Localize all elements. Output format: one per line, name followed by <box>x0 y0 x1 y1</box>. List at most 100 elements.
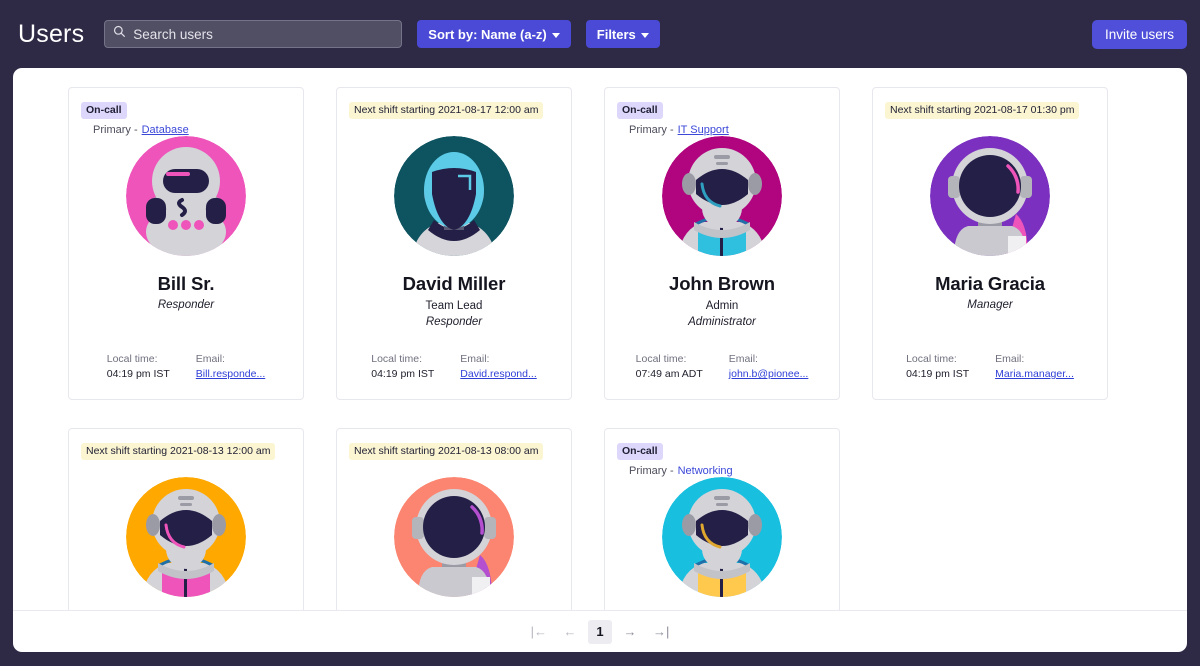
user-subtitle: Team Lead <box>425 300 483 312</box>
email-label: Email: <box>995 353 1025 365</box>
card-badge-row: On-call Primary - IT Support <box>605 88 839 136</box>
status-badge-oncall: On-call <box>81 102 127 119</box>
email-link[interactable]: john.b@pionee... <box>729 368 809 380</box>
avatar <box>605 136 839 256</box>
user-card[interactable]: On-call Primary - IT Support John Brown Admi… <box>604 87 840 400</box>
pagination-page-1[interactable]: 1 <box>588 619 612 644</box>
local-time-value: 04:19 pm IST <box>106 368 170 380</box>
card-badge-row: On-call Primary - Networking <box>605 429 839 477</box>
pagination-last[interactable]: →| <box>648 620 674 644</box>
local-time-label: Local time: <box>635 353 687 365</box>
local-time-block: Local time: 04:19 pm IST <box>107 353 170 381</box>
user-role: Manager <box>967 299 1013 311</box>
sort-button-label: Sort by: Name (a-z) <box>428 26 547 42</box>
user-name: Maria Gracia <box>935 273 1045 294</box>
pagination-next[interactable]: → <box>618 620 642 644</box>
sort-button[interactable]: Sort by: Name (a-z) <box>417 20 571 48</box>
invite-users-button[interactable]: Invite users <box>1091 20 1187 49</box>
card-badge-row: Next shift starting 2021-08-13 08:00 am <box>337 429 571 475</box>
primary-assignment: Primary - Database <box>93 124 303 136</box>
card-badge-row: On-call Primary - Database <box>69 88 303 136</box>
card-badge-row: Next shift starting 2021-08-17 01:30 pm <box>873 88 1107 134</box>
user-role: Responder <box>425 316 483 328</box>
email-value: David.respond... <box>460 368 536 381</box>
avatar <box>337 136 571 256</box>
local-time-value: 04:19 pm IST <box>906 368 970 380</box>
avatar <box>69 477 303 597</box>
email-label: Email: <box>195 353 225 365</box>
status-badge-next-shift: Next shift starting 2021-08-13 12:00 am <box>81 443 276 460</box>
filters-button[interactable]: Filters <box>585 20 660 48</box>
local-time-label: Local time: <box>906 353 957 365</box>
status-badge-oncall: On-call <box>617 102 663 119</box>
primary-label: Primary - <box>93 124 138 136</box>
email-block: Email: john.b@pionee... <box>729 353 809 381</box>
email-block: Email: Maria.manager... <box>995 353 1074 381</box>
user-subtitle: Admin <box>705 300 739 312</box>
chevron-down-icon <box>551 32 560 38</box>
avatar <box>337 477 571 597</box>
user-role: Administrator <box>688 316 756 328</box>
email-block: Email: David.respond... <box>460 353 536 381</box>
status-badge-next-shift: Next shift starting 2021-08-17 01:30 pm <box>885 102 1080 119</box>
email-label: Email: <box>728 353 758 365</box>
primary-team-link[interactable]: Database <box>142 124 189 136</box>
card-meta-row: Local time: 07:49 am ADT Email: john.b@pion… <box>605 353 839 381</box>
status-badge-next-shift: Next shift starting 2021-08-13 08:00 am <box>349 443 544 460</box>
search-input[interactable] <box>133 26 394 42</box>
user-card[interactable]: Next shift starting 2021-08-17 12:00 am D… <box>336 87 572 400</box>
avatar <box>605 477 839 597</box>
email-value: john.b@pionee... <box>729 368 809 381</box>
top-toolbar: Users Sort by: Name (a-z) Filters Invite… <box>0 0 1200 68</box>
local-time-label: Local time: <box>106 353 158 365</box>
user-card[interactable]: On-call Primary - Database Bill Sr. Responde… <box>68 87 304 400</box>
status-badge-oncall: On-call <box>617 443 663 460</box>
primary-label: Primary - <box>629 465 674 477</box>
email-link[interactable]: Maria.manager... <box>995 368 1074 380</box>
user-card[interactable]: Next shift starting 2021-08-13 12:00 am <box>68 428 304 610</box>
card-badge-row: Next shift starting 2021-08-13 12:00 am <box>69 429 303 475</box>
pagination-first[interactable]: |← <box>526 620 552 644</box>
primary-assignment: Primary - IT Support <box>629 124 839 136</box>
local-time-label: Local time: <box>371 353 423 365</box>
filters-button-label: Filters <box>596 26 636 42</box>
status-badge-next-shift: Next shift starting 2021-08-17 12:00 am <box>349 102 544 119</box>
avatar <box>873 136 1107 256</box>
local-time-block: Local time: 07:49 am ADT <box>636 353 703 381</box>
user-card[interactable]: On-call Primary - Networking <box>604 428 840 610</box>
user-cards-grid: On-call Primary - Database Bill Sr. Responde… <box>13 68 1187 610</box>
email-link[interactable]: Bill.responde... <box>196 368 265 380</box>
user-name: Bill Sr. <box>157 273 215 294</box>
users-panel: On-call Primary - Database Bill Sr. Responde… <box>13 68 1187 652</box>
pagination-prev[interactable]: ← <box>558 620 582 644</box>
primary-assignment: Primary - Networking <box>629 465 839 477</box>
user-card[interactable]: Next shift starting 2021-08-13 08:00 am <box>336 428 572 610</box>
email-label: Email: <box>460 353 490 365</box>
card-meta-row: Local time: 04:19 pm IST Email: David.respo… <box>337 353 571 381</box>
primary-team-link[interactable]: Networking <box>678 465 733 477</box>
card-badge-row: Next shift starting 2021-08-17 12:00 am <box>337 88 571 134</box>
user-name: David Miller <box>402 273 506 294</box>
pagination: |← ← 1 → →| <box>13 610 1187 652</box>
card-meta-row: Local time: 04:19 pm IST Email: Bill.respon… <box>69 353 303 381</box>
chevron-down-icon <box>640 32 649 38</box>
primary-team-link[interactable]: IT Support <box>678 124 729 136</box>
user-cards-area: On-call Primary - Database Bill Sr. Responde… <box>13 68 1187 610</box>
email-block: Email: Bill.responde... <box>196 353 265 381</box>
local-time-block: Local time: 04:19 pm IST <box>371 353 434 381</box>
user-role: Responder <box>157 299 215 311</box>
email-value: Bill.responde... <box>196 368 265 381</box>
local-time-value: 04:19 pm IST <box>371 368 435 380</box>
search-icon <box>113 25 126 43</box>
page-title: Users <box>18 19 85 48</box>
local-time-value: 07:49 am ADT <box>635 368 703 380</box>
search-box[interactable] <box>104 20 403 48</box>
card-meta-row: Local time: 04:19 pm IST Email: Maria.manag… <box>873 353 1107 381</box>
user-name: John Brown <box>669 273 775 294</box>
email-link[interactable]: David.respond... <box>460 368 536 380</box>
user-card[interactable]: Next shift starting 2021-08-17 01:30 pm M… <box>872 87 1108 400</box>
avatar <box>69 136 303 256</box>
primary-label: Primary - <box>629 124 674 136</box>
local-time-block: Local time: 04:19 pm IST <box>906 353 969 381</box>
email-value: Maria.manager... <box>995 368 1074 381</box>
